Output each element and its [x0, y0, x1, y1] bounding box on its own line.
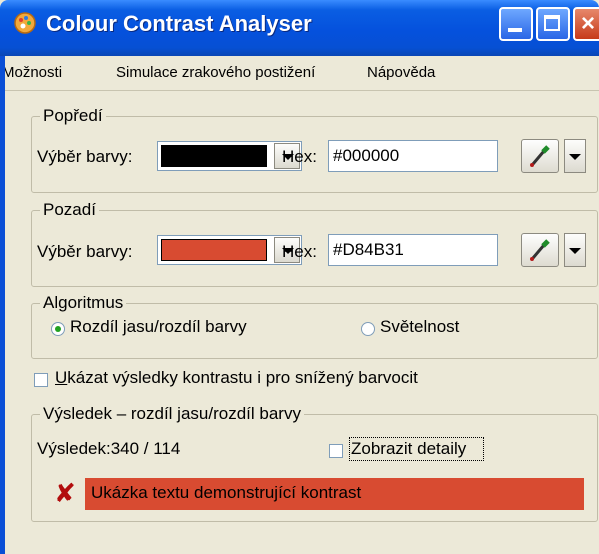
background-swatch	[161, 239, 267, 261]
contrast-sample-text: Ukázka textu demonstrující kontrast	[91, 483, 362, 502]
palette-icon	[14, 12, 36, 34]
background-hex-label: Hex:	[282, 242, 317, 261]
window-border	[0, 56, 5, 554]
colorblind-label-mnemonic: U	[55, 368, 68, 387]
background-eyedropper-button[interactable]	[521, 233, 559, 267]
close-icon: ×	[581, 10, 596, 37]
foreground-swatch	[161, 145, 267, 167]
menu-bar: Možnosti Simulace zrakového postižení Ná…	[0, 56, 599, 91]
result-value: Výsledek:340 / 114	[37, 439, 181, 458]
chevron-down-icon	[569, 248, 581, 254]
foreground-hex-label: Hex:	[282, 147, 317, 166]
details-focus-rect	[349, 437, 484, 461]
background-legend: Pozadí	[40, 200, 99, 220]
foreground-picker-dropdown[interactable]	[564, 139, 586, 173]
maximize-button[interactable]	[536, 7, 570, 41]
algorithm-radio-luminosity[interactable]	[361, 322, 375, 336]
minimize-icon	[508, 28, 522, 32]
chevron-down-icon	[569, 154, 581, 160]
details-checkbox[interactable]	[329, 444, 343, 458]
algorithm-option-luminosity[interactable]: Světelnost	[380, 317, 459, 337]
foreground-hex-input[interactable]	[328, 140, 498, 172]
algorithm-option-brightness[interactable]: Rozdíl jasu/rozdíl barvy	[70, 317, 247, 337]
eyedropper-icon	[530, 239, 550, 261]
result-legend: Výsledek – rozdíl jasu/rozdíl barvy	[40, 404, 304, 424]
foreground-legend: Popředí	[40, 106, 106, 126]
background-hex-input[interactable]	[328, 234, 498, 266]
window-title: Colour Contrast Analyser	[46, 11, 312, 36]
menu-help[interactable]: Nápověda	[367, 64, 435, 81]
colorblind-label-text: kázat výsledky kontrastu i pro snížený b…	[67, 368, 418, 387]
foreground-color-label: Výběr barvy:	[37, 147, 133, 166]
foreground-eyedropper-button[interactable]	[521, 139, 559, 173]
menu-simulation[interactable]: Simulace zrakového postižení	[116, 64, 315, 81]
colorblind-checkbox[interactable]	[34, 373, 48, 387]
background-color-combo[interactable]	[157, 235, 302, 265]
algorithm-radio-brightness[interactable]	[51, 322, 65, 336]
fail-x-icon: ✘	[54, 478, 76, 508]
colorblind-label[interactable]: Ukázat výsledky kontrastu i pro snížený …	[55, 368, 418, 388]
background-picker-dropdown[interactable]	[564, 233, 586, 267]
eyedropper-icon	[530, 145, 550, 167]
maximize-icon	[544, 15, 560, 31]
background-color-label: Výběr barvy:	[37, 242, 133, 261]
menu-options[interactable]: Možnosti	[2, 64, 62, 81]
close-button[interactable]: ×	[573, 7, 599, 41]
algorithm-legend: Algoritmus	[40, 293, 127, 313]
title-bar[interactable]: Colour Contrast Analyser ×	[0, 0, 599, 56]
minimize-button[interactable]	[499, 7, 533, 41]
foreground-color-combo[interactable]	[157, 141, 302, 171]
